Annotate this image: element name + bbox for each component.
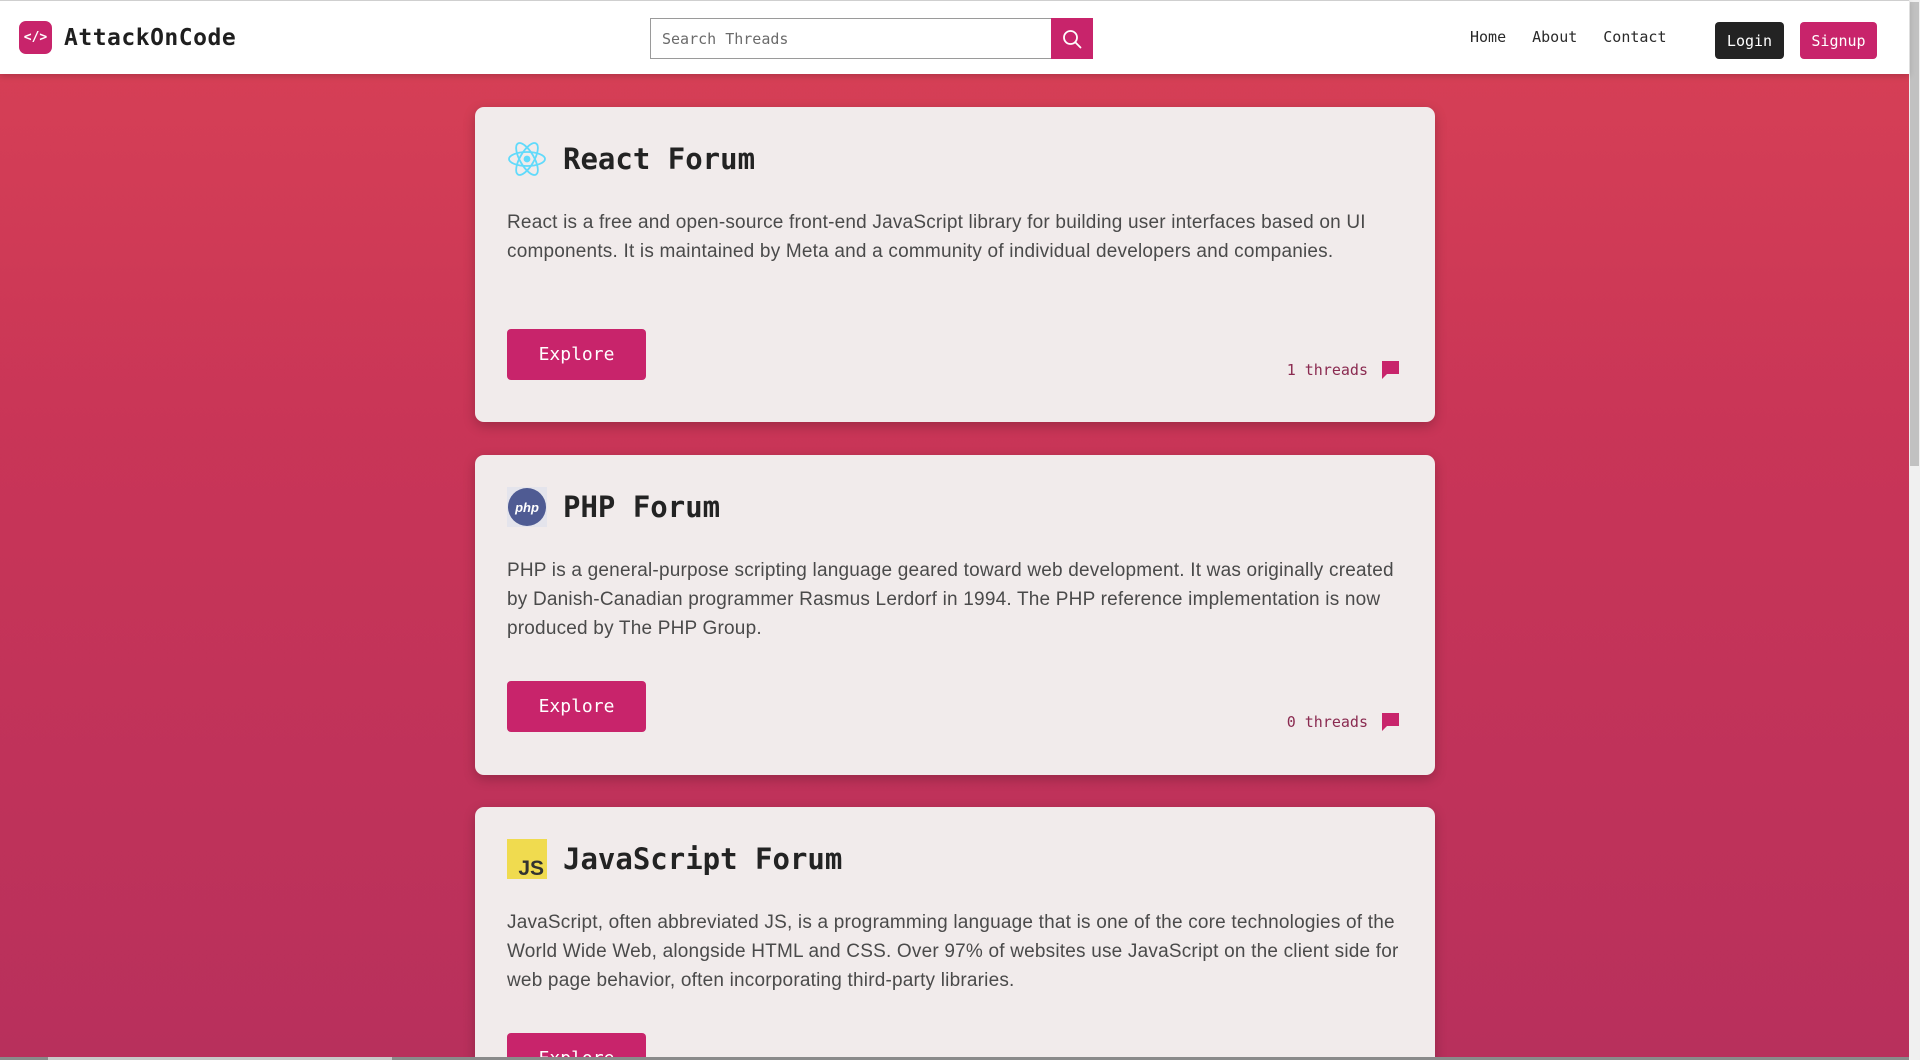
- signup-button[interactable]: Signup: [1800, 22, 1877, 59]
- nav-link-home[interactable]: Home: [1470, 28, 1506, 46]
- brand[interactable]: </> AttackOnCode: [19, 21, 236, 54]
- search-bar: [650, 18, 1093, 59]
- search-icon: [1063, 29, 1082, 48]
- forum-description: JavaScript, often abbreviated JS, is a p…: [507, 912, 1399, 991]
- forum-title[interactable]: JavaScript Forum: [563, 842, 842, 876]
- javascript-icon: JS: [507, 839, 547, 879]
- svg-text:JS: JS: [518, 857, 544, 879]
- search-input[interactable]: [650, 18, 1051, 59]
- explore-button[interactable]: Explore: [507, 1033, 646, 1060]
- nav-link-contact[interactable]: Contact: [1603, 28, 1666, 46]
- explore-button[interactable]: Explore: [507, 681, 646, 732]
- forum-card-header: React Forum: [507, 139, 755, 179]
- thread-count-label: 0 threads: [1286, 712, 1368, 731]
- forum-title[interactable]: PHP Forum: [563, 490, 720, 524]
- forum-card-javascript: JS JavaScript Forum JavaScript, often ab…: [475, 807, 1435, 1060]
- forum-card-react: React Forum React is a free and open-sou…: [475, 107, 1435, 422]
- thread-count-label: 1 threads: [1286, 360, 1368, 379]
- navbar: </> AttackOnCode Home About Contact Logi…: [0, 0, 1909, 74]
- forum-title[interactable]: React Forum: [563, 142, 755, 176]
- vertical-scrollbar[interactable]: [1909, 0, 1920, 1060]
- explore-button[interactable]: Explore: [507, 329, 646, 380]
- search-button[interactable]: [1051, 18, 1093, 59]
- thread-count: 0 threads: [1287, 711, 1401, 732]
- thread-count: 1 threads: [1287, 359, 1401, 380]
- forum-description: PHP is a general-purpose scripting langu…: [507, 560, 1394, 639]
- nav-links: Home About Contact: [1470, 28, 1693, 46]
- forum-card-header: JS JavaScript Forum: [507, 839, 842, 879]
- comment-icon: [1382, 713, 1399, 731]
- php-icon: php: [507, 487, 547, 527]
- code-logo-icon: </>: [19, 21, 52, 54]
- scrollbar-thumb[interactable]: [1910, 2, 1919, 466]
- brand-name[interactable]: AttackOnCode: [64, 25, 236, 51]
- forum-description: React is a free and open-source front-en…: [507, 212, 1366, 262]
- svg-text:php: php: [514, 500, 539, 515]
- comment-icon: [1382, 361, 1399, 379]
- login-button[interactable]: Login: [1715, 22, 1784, 59]
- nav-link-about[interactable]: About: [1532, 28, 1577, 46]
- forum-card-php: php PHP Forum PHP is a general-purpose s…: [475, 455, 1435, 775]
- forum-card-header: php PHP Forum: [507, 487, 720, 527]
- react-icon: [507, 139, 547, 179]
